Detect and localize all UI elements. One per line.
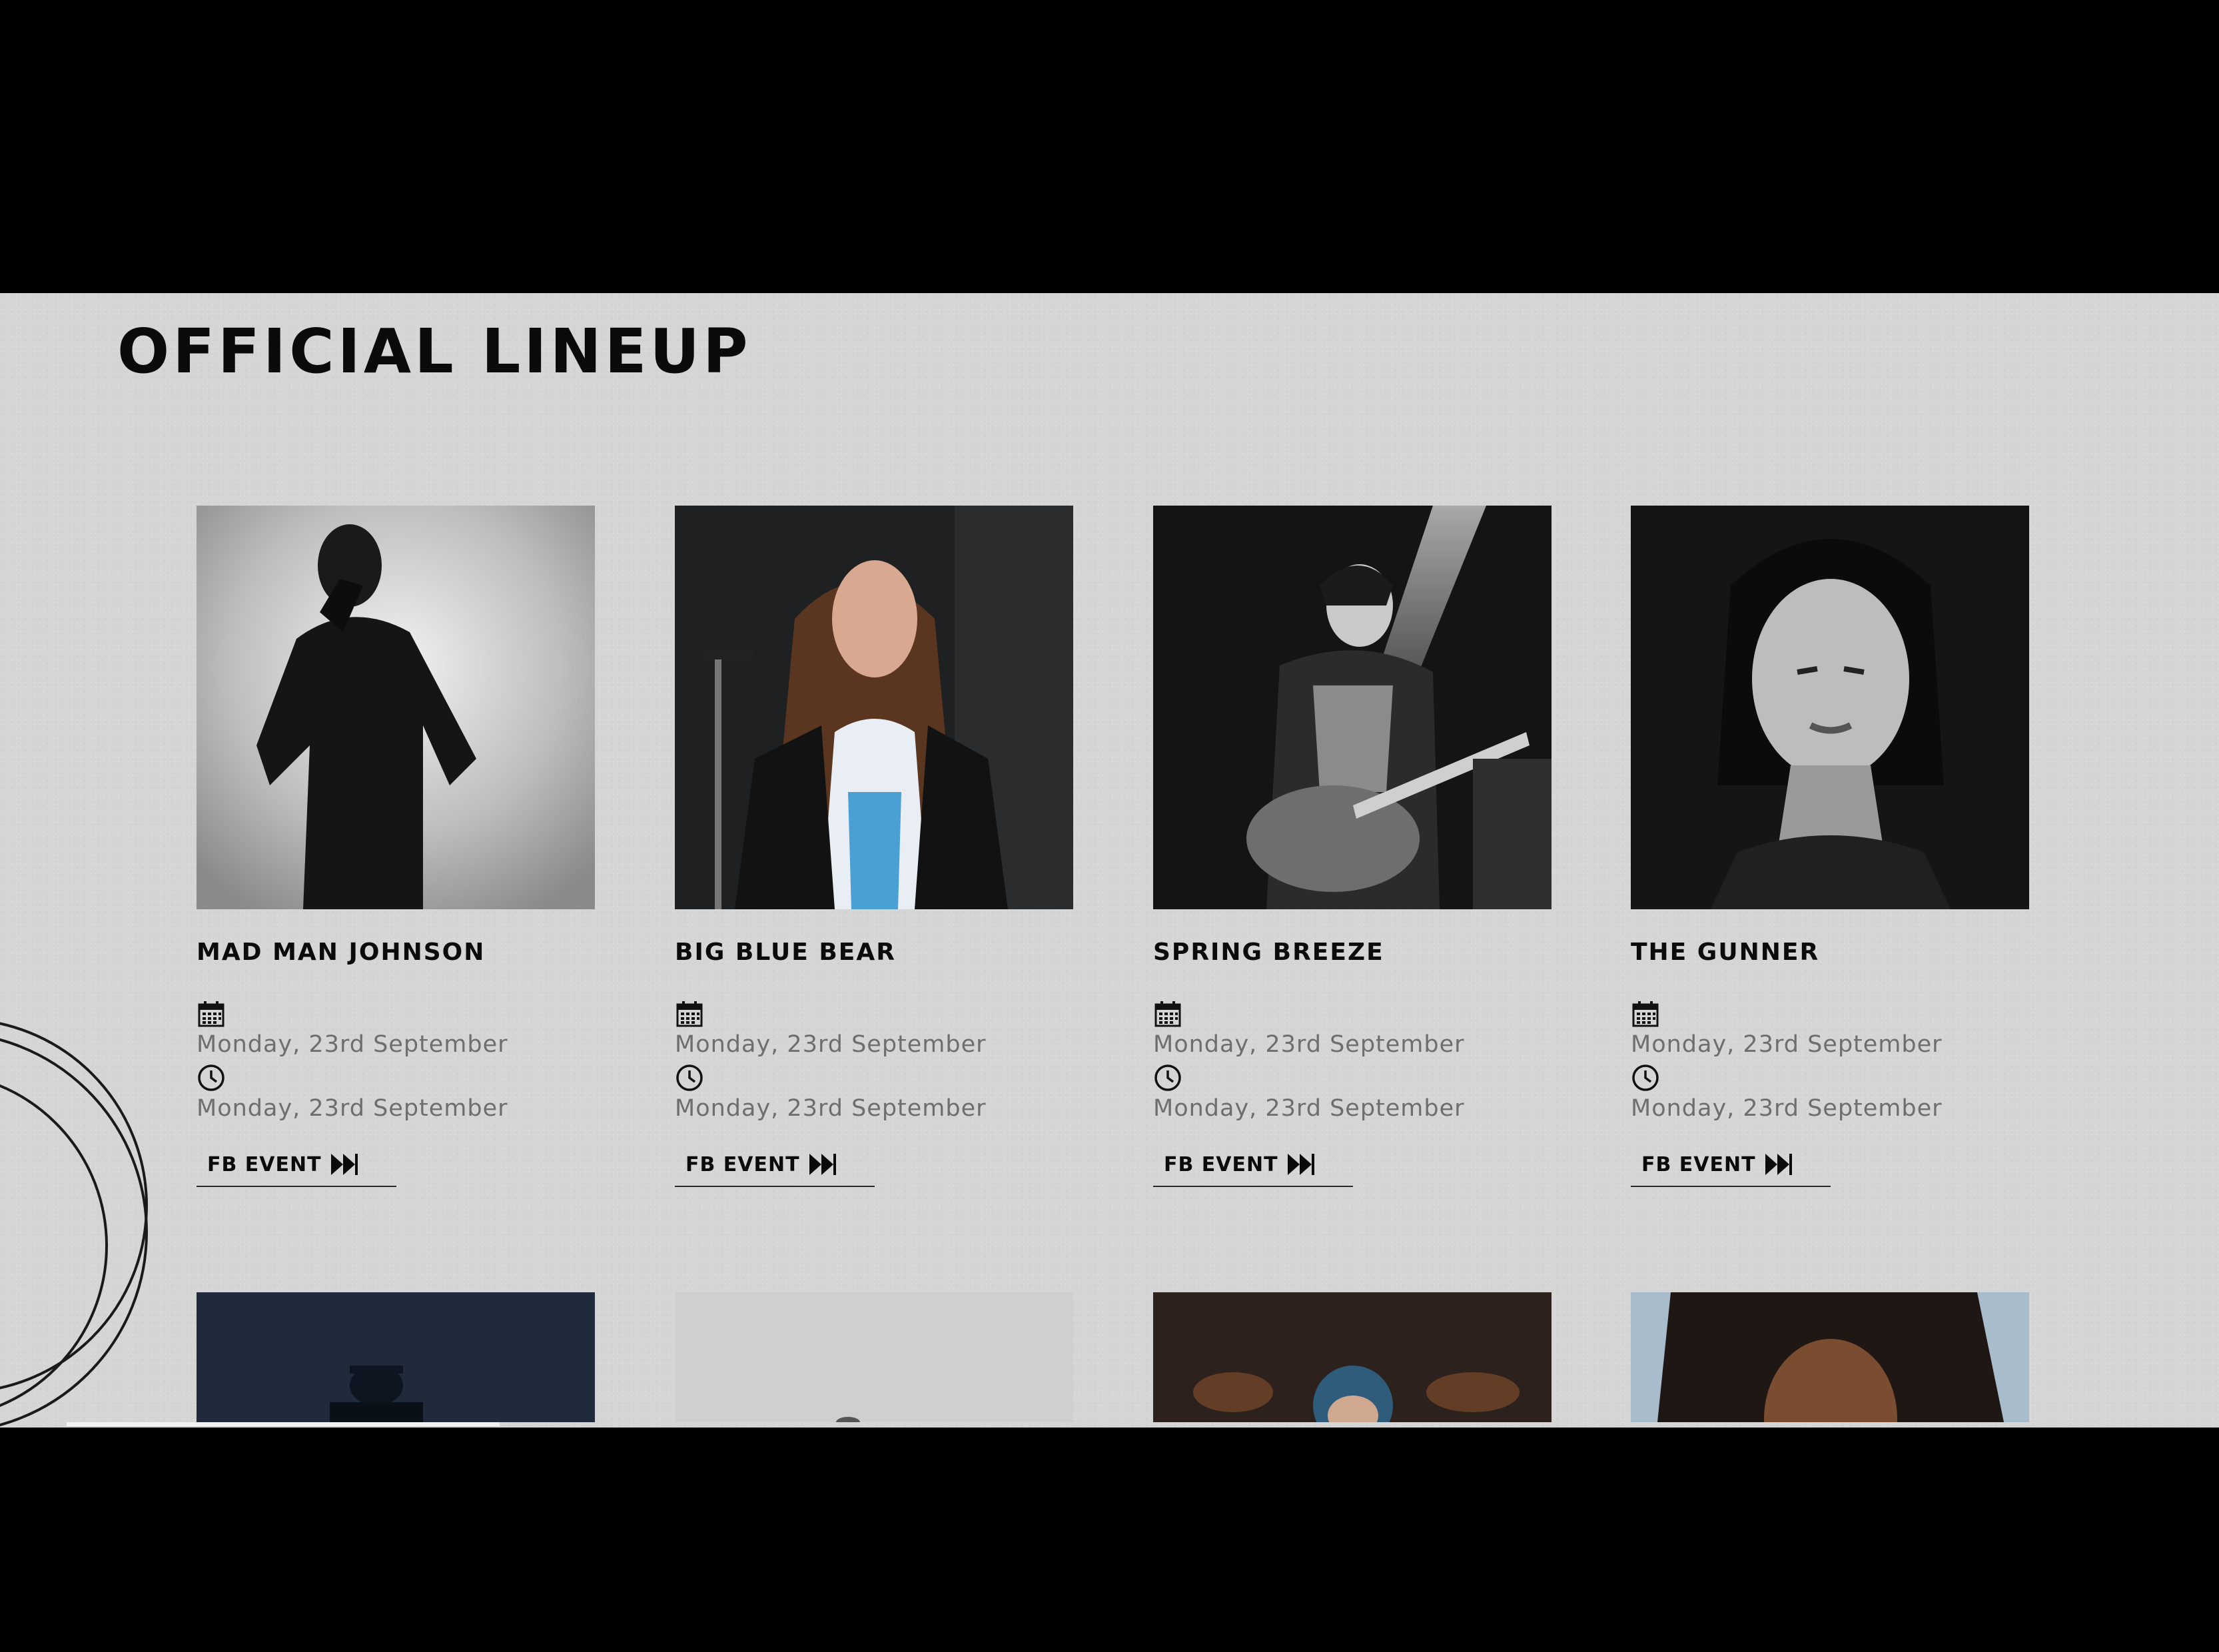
fb-event-label: FB EVENT — [1641, 1152, 1756, 1176]
fb-event-link[interactable]: FB EVENT — [197, 1152, 396, 1187]
fb-event-link[interactable]: FB EVENT — [1631, 1152, 1831, 1187]
artist-card: BIG BLUE BEAR Monday, 23rd September Mon… — [675, 506, 1073, 1187]
artist-card: THE GUNNER Monday, 23rd September Monday… — [1631, 506, 2029, 1187]
artist-date: Monday, 23rd September — [1153, 1031, 1465, 1058]
artist-name: THE GUNNER — [1631, 939, 1820, 966]
section-title: OFFICIAL LINEUP — [117, 316, 751, 387]
decorative-circles — [0, 1022, 148, 1427]
artist-date: Monday, 23rd September — [197, 1031, 508, 1058]
fb-event-link[interactable]: FB EVENT — [675, 1152, 875, 1187]
artist-name: SPRING BREEZE — [1153, 939, 1384, 966]
artist-time: Monday, 23rd September — [197, 1095, 508, 1122]
clock-icon — [676, 1064, 703, 1091]
fb-event-label: FB EVENT — [207, 1152, 322, 1176]
calendar-icon — [1632, 1001, 1659, 1027]
artist-date: Monday, 23rd September — [1631, 1031, 1943, 1058]
artist-photo[interactable] — [197, 1292, 595, 1422]
artist-card: SPRING BREEZE Monday, 23rd September Mon… — [1153, 506, 1552, 1187]
letterbox-bottom — [0, 1428, 2219, 1652]
lineup-section: OFFICIAL LINEUP MAD MAN JOHNSON Monday, … — [0, 293, 2219, 1428]
artist-photo[interactable] — [675, 1292, 1073, 1422]
clock-icon — [1154, 1064, 1181, 1091]
calendar-icon — [1154, 1001, 1181, 1027]
artist-time: Monday, 23rd September — [675, 1095, 987, 1122]
horizontal-scrollbar[interactable] — [67, 1422, 500, 1426]
letterbox-top — [0, 0, 2219, 293]
calendar-icon — [676, 1001, 703, 1027]
fb-event-label: FB EVENT — [1164, 1152, 1278, 1176]
clock-icon — [198, 1064, 224, 1091]
clock-icon — [1632, 1064, 1659, 1091]
artist-time: Monday, 23rd September — [1153, 1095, 1465, 1122]
fast-forward-icon — [809, 1154, 836, 1175]
fb-event-link[interactable]: FB EVENT — [1153, 1152, 1353, 1187]
calendar-icon — [198, 1001, 224, 1027]
artist-photo[interactable] — [1631, 506, 2029, 909]
fast-forward-icon — [1765, 1154, 1792, 1175]
artist-time: Monday, 23rd September — [1631, 1095, 1943, 1122]
fast-forward-icon — [1287, 1154, 1314, 1175]
artist-photo[interactable] — [1153, 506, 1552, 909]
artist-name: MAD MAN JOHNSON — [197, 939, 486, 966]
artist-photo[interactable] — [1153, 1292, 1552, 1422]
artist-date: Monday, 23rd September — [675, 1031, 987, 1058]
artist-photo[interactable] — [1631, 1292, 2029, 1422]
artist-photo[interactable] — [197, 506, 595, 909]
fast-forward-icon — [330, 1154, 358, 1175]
artist-name: BIG BLUE BEAR — [675, 939, 896, 966]
fb-event-label: FB EVENT — [685, 1152, 800, 1176]
artist-card: MAD MAN JOHNSON Monday, 23rd September M… — [197, 506, 595, 1187]
artist-photo[interactable] — [675, 506, 1073, 909]
